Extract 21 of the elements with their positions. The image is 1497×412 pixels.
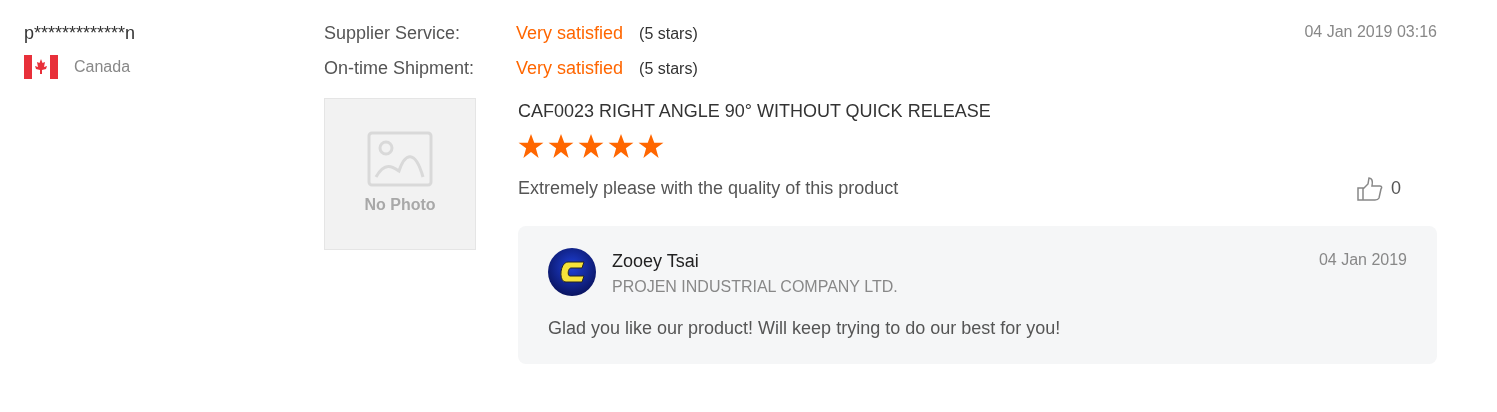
rating-value: Very satisfied — [516, 22, 624, 45]
product-title: CAF0023 RIGHT ANGLE 90° WITHOUT QUICK RELEASE — [518, 100, 992, 123]
company-logo-icon — [548, 248, 596, 296]
review-date: 04 Jan 2019 03:16 — [1304, 22, 1437, 42]
review-comment: Extremely please with the quality of this product — [518, 177, 899, 200]
country-label: Canada — [74, 57, 131, 77]
replier-name: Zooey Tsai — [612, 250, 700, 273]
rating-detail: (5 stars) — [639, 59, 698, 79]
image-icon — [367, 131, 433, 187]
rating-detail: (5 stars) — [639, 24, 698, 44]
reply-date: 04 Jan 2019 — [1318, 250, 1407, 270]
rating-label: Supplier Service: — [324, 22, 462, 45]
flag-icon — [24, 55, 58, 79]
company-name: PROJEN INDUSTRIAL COMPANY LTD. — [612, 277, 898, 297]
no-photo-label: No Photo — [364, 195, 436, 215]
like-button[interactable]: 0 — [1357, 175, 1401, 202]
rating-label: On-time Shipment: — [324, 57, 476, 80]
rating-value: Very satisfied — [516, 57, 624, 80]
thumbs-up-icon — [1357, 176, 1383, 201]
reply-text: Glad you like our product! Will keep trying to do our best for you! — [548, 317, 1062, 340]
reviewer-name: p*************n — [24, 22, 137, 45]
